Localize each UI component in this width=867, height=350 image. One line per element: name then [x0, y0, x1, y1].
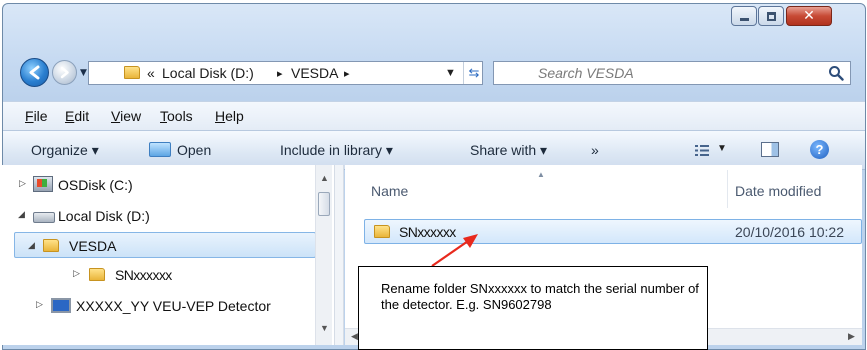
sort-ascending-icon: ▲ — [537, 170, 545, 179]
tree-item-label: XXXXX_YY VEU-VEP Detector — [76, 298, 271, 314]
callout-text: Rename folder SNxxxxxx to match the seri… — [381, 281, 699, 312]
recent-pages-dropdown[interactable]: ▼ — [80, 68, 87, 78]
menu-file[interactable]: File — [25, 108, 48, 124]
close-icon: ✕ — [803, 8, 815, 24]
expand-icon[interactable]: ▷ — [36, 300, 43, 310]
expand-icon[interactable]: ▷ — [19, 179, 26, 189]
scrollbar-thumb[interactable] — [318, 192, 330, 216]
maximize-button[interactable] — [758, 6, 784, 26]
change-view-icon[interactable] — [695, 145, 709, 156]
column-header-name[interactable]: Name — [371, 183, 408, 199]
views-dropdown-icon[interactable]: ▼ — [717, 143, 727, 154]
menu-edit[interactable]: Edit — [65, 108, 89, 124]
tree-item-vesda[interactable]: ◢ VESDA — [14, 232, 316, 258]
collapse-icon[interactable]: ◢ — [28, 241, 35, 251]
pane-splitter[interactable] — [334, 165, 344, 345]
search-input[interactable] — [494, 62, 814, 84]
back-arrow-icon — [29, 65, 40, 80]
scroll-down-icon[interactable]: ▼ — [320, 323, 329, 333]
preview-pane-icon[interactable] — [761, 142, 779, 157]
folder-icon — [51, 298, 71, 313]
command-bar: Organize ▾ Open Include in library ▾ Sha… — [3, 130, 865, 170]
organize-button[interactable]: Organize ▾ — [31, 142, 99, 159]
minimize-button[interactable] — [731, 6, 757, 26]
breadcrumb-separator[interactable]: ▸ — [277, 67, 283, 80]
open-folder-icon — [149, 142, 171, 157]
folder-icon — [89, 268, 105, 281]
more-commands-button[interactable]: » — [591, 142, 599, 158]
minimize-icon — [740, 18, 749, 21]
file-name: SNxxxxxx — [399, 224, 456, 240]
scroll-right-icon[interactable]: ▶ — [848, 331, 855, 342]
chevron-down-icon[interactable]: ▼ — [445, 67, 456, 79]
tree-item-label: SNxxxxxx — [115, 267, 172, 283]
forward-arrow-icon — [60, 66, 69, 79]
close-button[interactable]: ✕ — [786, 6, 832, 26]
column-divider[interactable] — [727, 170, 728, 208]
forward-button[interactable] — [52, 60, 77, 85]
scroll-up-icon[interactable]: ▲ — [320, 173, 329, 183]
tree-item-detector[interactable]: ▷ XXXXX_YY VEU-VEP Detector — [0, 293, 315, 319]
tree-item-osdisk[interactable]: ▷ OSDisk (C:) — [0, 172, 315, 198]
tree-item-label: OSDisk (C:) — [58, 177, 133, 193]
search-box[interactable] — [493, 61, 851, 85]
scroll-left-icon[interactable]: ◀ — [351, 331, 358, 342]
folder-icon — [374, 225, 390, 238]
search-icon[interactable] — [828, 65, 844, 81]
back-button[interactable] — [20, 58, 49, 87]
share-with-button[interactable]: Share with ▾ — [470, 142, 547, 159]
menu-tools[interactable]: Tools — [160, 108, 193, 124]
folder-icon — [43, 239, 59, 252]
address-overflow[interactable]: « — [147, 65, 155, 81]
help-icon[interactable]: ? — [810, 140, 829, 159]
expand-icon[interactable]: ▷ — [73, 269, 80, 279]
column-header-date-modified[interactable]: Date modified — [735, 183, 821, 199]
navigation-scrollbar[interactable]: ▲ ▼ — [315, 165, 332, 345]
file-date-modified: 20/10/2016 10:22 — [735, 224, 844, 240]
menu-help[interactable]: Help — [215, 108, 244, 124]
explorer-screenshot: ✕ ▼ « Local Disk (D:) ▸ VESDA ▸ ▼ ⇆ File… — [0, 0, 867, 350]
maximize-icon — [767, 12, 776, 21]
include-in-library-button[interactable]: Include in library ▾ — [280, 142, 393, 159]
breadcrumb-local-disk[interactable]: Local Disk (D:) — [162, 65, 254, 81]
folder-icon — [124, 66, 140, 79]
file-row-snxxxxxx[interactable]: SNxxxxxx 20/10/2016 10:22 — [364, 219, 862, 244]
address-bar[interactable]: « Local Disk (D:) ▸ VESDA ▸ ▼ ⇆ — [88, 61, 483, 85]
menu-bar: File Edit View Tools Help — [3, 101, 865, 130]
tree-item-snxxxxxx[interactable]: ▷ SNxxxxxx — [0, 262, 315, 288]
open-button[interactable]: Open — [177, 142, 211, 158]
breadcrumb-separator[interactable]: ▸ — [344, 67, 350, 80]
drive-icon — [33, 212, 55, 223]
tree-item-label: VESDA — [69, 238, 117, 254]
annotation-callout: Rename folder SNxxxxxx to match the seri… — [358, 266, 708, 350]
collapse-icon[interactable]: ◢ — [18, 210, 25, 220]
menu-view[interactable]: View — [111, 108, 141, 124]
tree-item-label: Local Disk (D:) — [58, 208, 150, 224]
breadcrumb-vesda[interactable]: VESDA — [291, 65, 338, 81]
refresh-icon[interactable]: ⇆ — [463, 62, 484, 84]
tree-item-local-disk[interactable]: ◢ Local Disk (D:) — [0, 203, 315, 229]
os-drive-icon — [33, 176, 53, 192]
